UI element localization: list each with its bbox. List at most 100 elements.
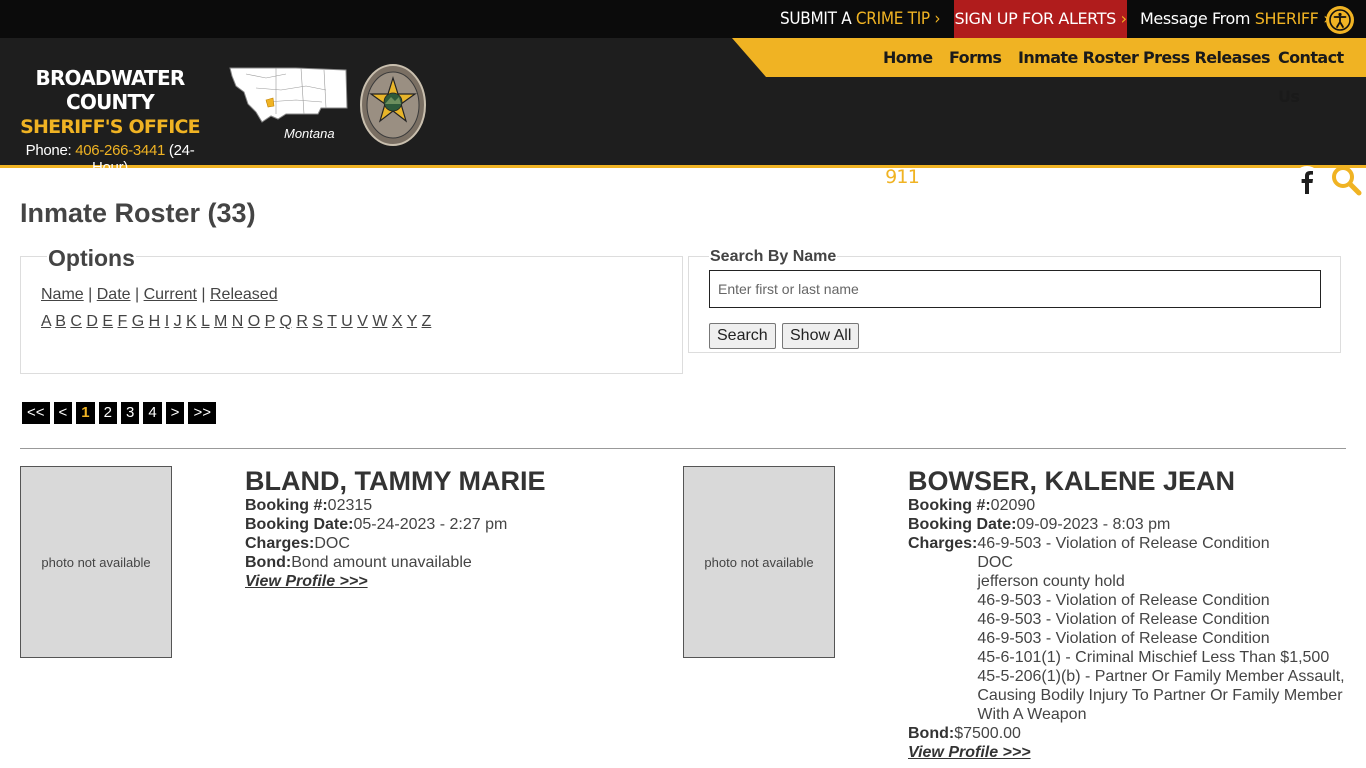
bond-label: Bond: [245, 554, 292, 571]
show-all-button[interactable]: Show All [782, 323, 860, 349]
booking-date: 09-09-2023 - 8:03 pm [1016, 516, 1171, 533]
page-button[interactable]: > [165, 402, 185, 424]
view-profile-link[interactable]: View Profile >>> [908, 744, 1031, 761]
letter-filter-t[interactable]: T [327, 313, 336, 330]
bond-amount: $7500.00 [954, 725, 1021, 742]
letter-filter-k[interactable]: K [186, 313, 197, 330]
charge-line: 45-6-101(1) - Criminal Mischief Less Tha… [977, 649, 1330, 666]
page-button[interactable]: >> [188, 402, 216, 424]
letter-filter-r[interactable]: R [296, 313, 308, 330]
page-button[interactable]: 2 [98, 402, 117, 424]
letter-filter-u[interactable]: U [341, 313, 353, 330]
message-accent: SHERIFF [1254, 9, 1319, 28]
nav-forms[interactable]: Forms [949, 38, 1002, 77]
booking-label: Booking #: [245, 497, 328, 514]
inmate-photo-placeholder: photo not available [683, 466, 835, 658]
letter-filter-f[interactable]: F [118, 313, 128, 330]
search-legend: Search By Name [709, 248, 838, 266]
letter-filter-q[interactable]: Q [279, 313, 291, 330]
nav-most-wanted[interactable]: Most Wanted [1093, 166, 1185, 184]
charges-label: Charges: [245, 535, 315, 552]
letter-filter-w[interactable]: W [372, 313, 387, 330]
sort-current-link[interactable]: Current [144, 286, 197, 303]
letter-filter-o[interactable]: O [248, 313, 260, 330]
letter-filter-y[interactable]: Y [407, 313, 417, 330]
top-bar: SUBMIT A CRIME TIP › SIGN UP FOR ALERTS … [0, 0, 1366, 38]
brand-line2: SHERIFF'S OFFICE [20, 116, 200, 138]
letter-filter-c[interactable]: C [70, 313, 82, 330]
inmate-card: BOWSER, KALENE JEAN Booking #:02090 Book… [908, 466, 1353, 762]
crime-tip-prefix: SUBMIT A [780, 9, 856, 29]
charge-line: 46-9-503 - Violation of Release Conditio… [977, 630, 1270, 647]
search-button[interactable]: Search [709, 323, 776, 349]
nav-press-releases[interactable]: Press Releases [1143, 38, 1270, 77]
message-from-sheriff-link[interactable]: Message From SHERIFF › [1140, 0, 1330, 38]
search-icon[interactable] [1330, 164, 1362, 196]
inmate-photo-placeholder: photo not available [20, 466, 172, 658]
letter-filter-s[interactable]: S [312, 313, 323, 330]
letter-filter-e[interactable]: E [102, 313, 113, 330]
crime-tip-accent: CRIME TIP [855, 9, 930, 29]
letter-filter-j[interactable]: J [174, 313, 182, 330]
accessibility-icon[interactable] [1326, 6, 1354, 34]
page-button[interactable]: 3 [120, 402, 140, 424]
search-panel: Search By Name Search Show All [688, 248, 1341, 353]
options-panel: Options Name | Date | Current | Released… [20, 245, 683, 374]
letter-filter-i[interactable]: I [165, 313, 169, 330]
booking-date-row: Booking Date:05-24-2023 - 2:27 pm [245, 515, 645, 534]
charge-line: With A Weapon [977, 706, 1087, 723]
sort-links: Name | Date | Current | Released [41, 286, 278, 304]
page-button[interactable]: 1 [76, 402, 95, 424]
sign-up-alerts-button[interactable]: SIGN UP FOR ALERTS › [954, 0, 1127, 38]
letter-filter-l[interactable]: L [201, 313, 209, 330]
letter-filter-p[interactable]: P [265, 313, 275, 330]
booking-number: 02315 [327, 497, 373, 514]
page-button[interactable]: 4 [143, 402, 162, 424]
nav-resources-services[interactable]: Resources & Services [918, 166, 1081, 184]
letter-filter-m[interactable]: M [214, 313, 227, 330]
nav-sex-offenders[interactable]: Sex Offenders [1192, 166, 1291, 184]
nav-contact-us[interactable]: Contact Us [1278, 38, 1366, 106]
name-search-input[interactable] [709, 270, 1321, 308]
charges-label: Charges: [908, 535, 978, 552]
phone-number[interactable]: 406-266-3441 [75, 142, 165, 159]
brand-block[interactable]: BROADWATER COUNTY SHERIFF'S OFFICE Phone… [10, 66, 210, 176]
page-button[interactable]: << [22, 402, 50, 424]
facebook-icon[interactable] [1293, 166, 1321, 194]
booking-number-row: Booking #:02315 [245, 496, 645, 515]
letter-filter-d[interactable]: D [86, 313, 98, 330]
charge-line: 46-9-503 - Violation of Release Conditio… [977, 535, 1270, 552]
inmate-name: BOWSER, KALENE JEAN [908, 466, 1236, 496]
alphabet-filter: A B C D E F G H I J K L M N O P Q R S T … [41, 313, 431, 331]
phone-line: Phone: 406-266-3441 (24-Hour) [10, 142, 210, 176]
page-button[interactable]: < [53, 402, 73, 424]
letter-filter-x[interactable]: X [392, 313, 403, 330]
booking-number-row: Booking #:02090 [908, 496, 1353, 515]
emergency-911[interactable]: EMERGENCY 911 [768, 166, 920, 188]
letter-filter-g[interactable]: G [132, 313, 144, 330]
view-profile-link[interactable]: View Profile >>> [245, 573, 368, 590]
emergency-prefix: EMERGENCY [768, 166, 886, 188]
bond-row: Bond:Bond amount unavailable [245, 553, 645, 572]
charge-line: 46-9-503 - Violation of Release Conditio… [977, 592, 1270, 609]
letter-filter-n[interactable]: N [232, 313, 244, 330]
inmate-card: BLAND, TAMMY MARIE Booking #:02315 Booki… [245, 466, 645, 591]
sort-name-link[interactable]: Name [41, 286, 84, 303]
chevron-down-icon [1071, 166, 1081, 184]
letter-filter-a[interactable]: A [41, 313, 51, 330]
letter-filter-b[interactable]: B [55, 313, 66, 330]
charge-line: jefferson county hold [977, 573, 1125, 590]
nav-inmate-roster[interactable]: Inmate Roster [1018, 38, 1139, 77]
submit-crime-tip-link[interactable]: SUBMIT A CRIME TIP › [780, 0, 941, 38]
sort-date-link[interactable]: Date [97, 286, 131, 303]
letter-filter-h[interactable]: H [149, 313, 161, 330]
letter-filter-z[interactable]: Z [422, 313, 432, 330]
sort-released-link[interactable]: Released [210, 286, 278, 303]
nav-home[interactable]: Home [883, 38, 933, 77]
charge-line: Causing Bodily Injury To Partner Or Fami… [977, 687, 1343, 704]
nav-resources-label: Resources & Services [918, 166, 1068, 184]
booking-date-label: Booking Date: [908, 516, 1017, 533]
charge-line: DOC [314, 535, 350, 552]
letter-filter-v[interactable]: V [357, 313, 368, 330]
charge-line: DOC [977, 554, 1013, 571]
